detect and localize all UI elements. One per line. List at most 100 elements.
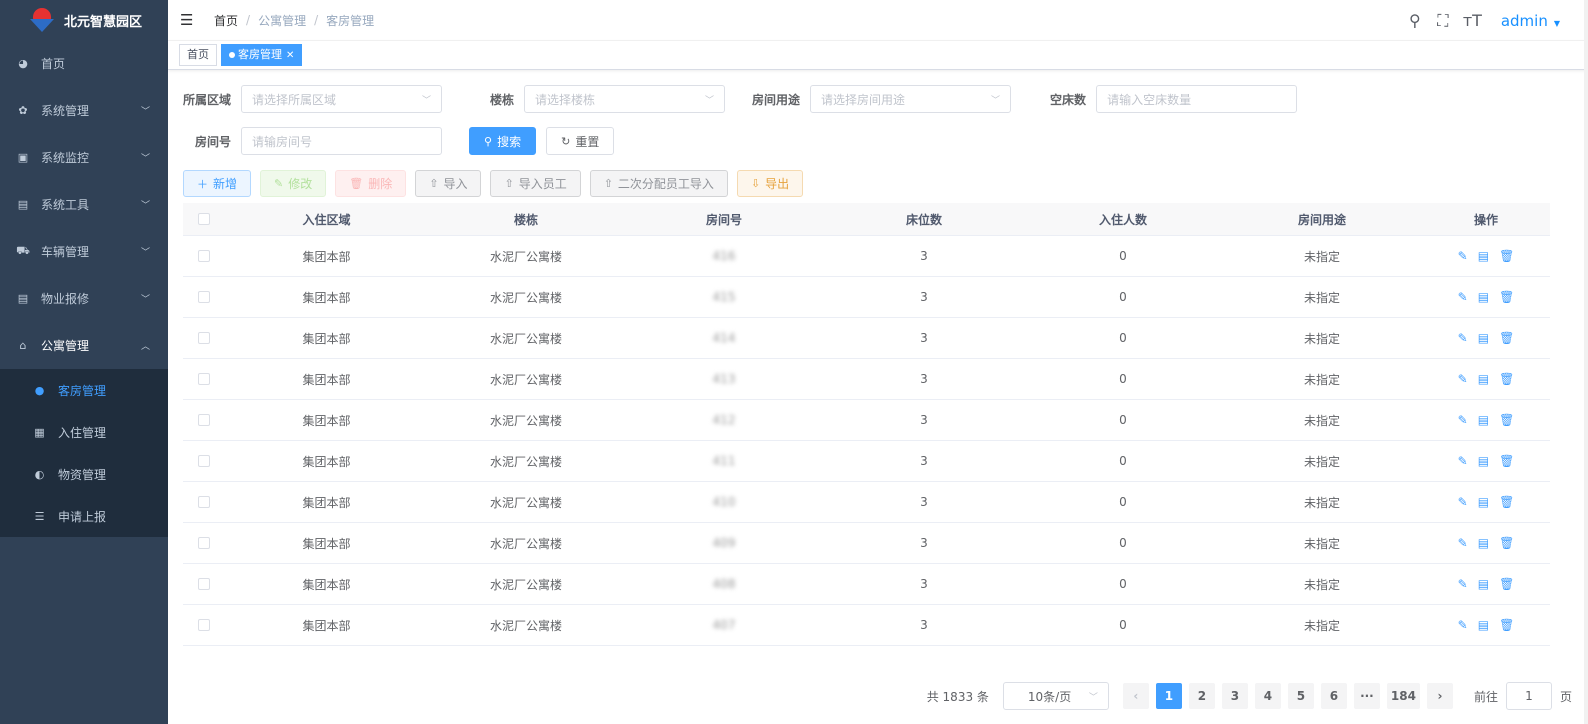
row-checkbox[interactable] bbox=[198, 250, 210, 262]
detail-icon[interactable]: ▤ bbox=[1478, 290, 1489, 304]
cell-room: 407 bbox=[712, 618, 736, 632]
page-button[interactable]: 2 bbox=[1188, 683, 1215, 709]
trash-icon[interactable]: 🗑 bbox=[1499, 249, 1514, 263]
user-dropdown[interactable]: admin ▼ bbox=[1501, 12, 1560, 30]
reset-button[interactable]: ↻ 重置 bbox=[546, 127, 615, 155]
row-checkbox[interactable] bbox=[198, 291, 210, 303]
fullscreen-icon[interactable]: ⛶ bbox=[1435, 11, 1451, 31]
submenu-item-1[interactable]: ▦ 入住管理 bbox=[0, 411, 168, 453]
edit-icon[interactable]: ✎ bbox=[1458, 249, 1468, 263]
page-scrollbar[interactable] bbox=[1584, 0, 1588, 724]
page-size-select[interactable]: 10条/页 ﹀ bbox=[1002, 682, 1109, 710]
cell-building: 水泥厂公寓楼 bbox=[489, 454, 562, 469]
edit-icon[interactable]: ✎ bbox=[1458, 290, 1468, 304]
detail-icon[interactable]: ▤ bbox=[1478, 536, 1489, 550]
area-select[interactable]: 请选择所属区域 ﹀ bbox=[241, 85, 443, 113]
add-button[interactable]: ＋新增 bbox=[183, 170, 252, 197]
cell-beds: 3 bbox=[920, 577, 928, 591]
sidebar-item-1[interactable]: ✿ 系统管理 ﹀ bbox=[0, 87, 168, 134]
room-input[interactable]: 请输房间号 bbox=[241, 127, 443, 155]
row-checkbox[interactable] bbox=[198, 332, 210, 344]
prev-page-button[interactable]: ‹ bbox=[1122, 683, 1149, 709]
page-button[interactable]: 6 bbox=[1320, 683, 1347, 709]
trash-icon[interactable]: 🗑 bbox=[1499, 618, 1514, 632]
trash-icon[interactable]: 🗑 bbox=[1499, 331, 1514, 345]
detail-icon[interactable]: ▤ bbox=[1478, 618, 1489, 632]
sidebar-item-6[interactable]: ⌂ 公寓管理 ︿ bbox=[0, 322, 168, 369]
detail-icon[interactable]: ▤ bbox=[1478, 495, 1489, 509]
edit-icon[interactable]: ✎ bbox=[1458, 536, 1468, 550]
download-icon: ⇩ bbox=[750, 177, 761, 190]
detail-icon[interactable]: ▤ bbox=[1478, 413, 1489, 427]
trash-icon[interactable]: 🗑 bbox=[1499, 290, 1514, 304]
trash-icon[interactable]: 🗑 bbox=[1499, 577, 1514, 591]
row-checkbox[interactable] bbox=[198, 578, 210, 590]
font-size-icon[interactable]: ᴛT bbox=[1463, 11, 1482, 30]
detail-icon[interactable]: ▤ bbox=[1478, 372, 1489, 386]
edit-button[interactable]: ✎ 修改 bbox=[260, 170, 327, 197]
page-button[interactable]: 184 bbox=[1386, 683, 1420, 709]
row-checkbox[interactable] bbox=[198, 619, 210, 631]
breadcrumb-home[interactable]: 首页 bbox=[214, 12, 238, 29]
submenu-item-0[interactable]: ● 客房管理 bbox=[0, 369, 168, 411]
next-page-button[interactable]: › bbox=[1426, 683, 1453, 709]
trash-icon[interactable]: 🗑 bbox=[1499, 536, 1514, 550]
row-checkbox[interactable] bbox=[198, 373, 210, 385]
import-reassign-button[interactable]: ⇧ 二次分配员工导入 bbox=[589, 170, 728, 197]
detail-icon[interactable]: ▤ bbox=[1478, 331, 1489, 345]
trash-icon[interactable]: 🗑 bbox=[1499, 372, 1514, 386]
cell-occupants: 0 bbox=[1119, 249, 1127, 263]
search-button[interactable]: ⚲ 搜索 bbox=[469, 127, 537, 155]
cell-usage: 未指定 bbox=[1303, 577, 1340, 592]
row-checkbox[interactable] bbox=[198, 537, 210, 549]
trash-icon[interactable]: 🗑 bbox=[1499, 454, 1514, 468]
trash-icon[interactable]: 🗑 bbox=[1499, 413, 1514, 427]
edit-icon[interactable]: ✎ bbox=[1458, 331, 1468, 345]
edit-icon[interactable]: ✎ bbox=[1458, 413, 1468, 427]
hamburger-icon[interactable]: ☰ bbox=[180, 11, 196, 29]
submenu-item-2[interactable]: ◐ 物资管理 bbox=[0, 453, 168, 495]
building-select[interactable]: 请选择楼栋 ﹀ bbox=[524, 85, 726, 113]
cell-usage: 未指定 bbox=[1303, 454, 1340, 469]
page-jump-input[interactable]: 1 bbox=[1505, 682, 1552, 710]
trash-icon[interactable]: 🗑 bbox=[1499, 495, 1514, 509]
edit-icon[interactable]: ✎ bbox=[1458, 495, 1468, 509]
export-button[interactable]: ⇩ 导出 bbox=[736, 170, 804, 197]
edit-icon[interactable]: ✎ bbox=[1458, 618, 1468, 632]
detail-icon[interactable]: ▤ bbox=[1478, 577, 1489, 591]
sidebar-item-5[interactable]: ▤ 物业报修 ﹀ bbox=[0, 275, 168, 322]
row-checkbox[interactable] bbox=[198, 414, 210, 426]
cell-occupants: 0 bbox=[1119, 536, 1127, 550]
detail-icon[interactable]: ▤ bbox=[1478, 454, 1489, 468]
page-button[interactable]: 1 bbox=[1155, 683, 1182, 709]
edit-icon[interactable]: ✎ bbox=[1458, 454, 1468, 468]
sidebar-item-3[interactable]: ▤ 系统工具 ﹀ bbox=[0, 181, 168, 228]
import-button[interactable]: ⇧ 导入 bbox=[415, 170, 482, 197]
detail-icon[interactable]: ▤ bbox=[1478, 249, 1489, 263]
cell-room: 414 bbox=[712, 331, 736, 345]
page-button[interactable]: 3 bbox=[1221, 683, 1248, 709]
usage-select[interactable]: 请选择房间用途 ﹀ bbox=[810, 85, 1012, 113]
brand-logo[interactable]: 北元智慧园区 bbox=[0, 0, 168, 40]
edit-icon[interactable]: ✎ bbox=[1458, 577, 1468, 591]
edit-icon[interactable]: ✎ bbox=[1458, 372, 1468, 386]
cell-beds: 3 bbox=[920, 372, 928, 386]
row-checkbox[interactable] bbox=[198, 455, 210, 467]
more-pages-button[interactable]: ··· bbox=[1353, 683, 1380, 709]
empty-beds-input[interactable]: 请输入空床数量 bbox=[1096, 85, 1298, 113]
close-icon[interactable]: ✕ bbox=[286, 50, 294, 61]
page-button[interactable]: 4 bbox=[1254, 683, 1281, 709]
tag-current[interactable]: 客房管理 ✕ bbox=[221, 44, 303, 66]
submenu-item-3[interactable]: ☰ 申请上报 bbox=[0, 495, 168, 537]
search-icon[interactable]: ⚲ bbox=[1407, 11, 1423, 30]
tag-home[interactable]: 首页 bbox=[179, 44, 217, 66]
import-staff-button[interactable]: ⇧ 导入员工 bbox=[490, 170, 581, 197]
delete-button[interactable]: 🗑 删除 bbox=[335, 170, 407, 197]
page-button[interactable]: 5 bbox=[1287, 683, 1314, 709]
select-all-checkbox[interactable] bbox=[198, 213, 210, 225]
sidebar-item-0[interactable]: ◕ 首页 bbox=[0, 40, 168, 87]
cell-area: 集团本部 bbox=[302, 495, 351, 510]
row-checkbox[interactable] bbox=[198, 496, 210, 508]
sidebar-item-4[interactable]: ⛟ 车辆管理 ﹀ bbox=[0, 228, 168, 275]
sidebar-item-2[interactable]: ▣ 系统监控 ﹀ bbox=[0, 134, 168, 181]
